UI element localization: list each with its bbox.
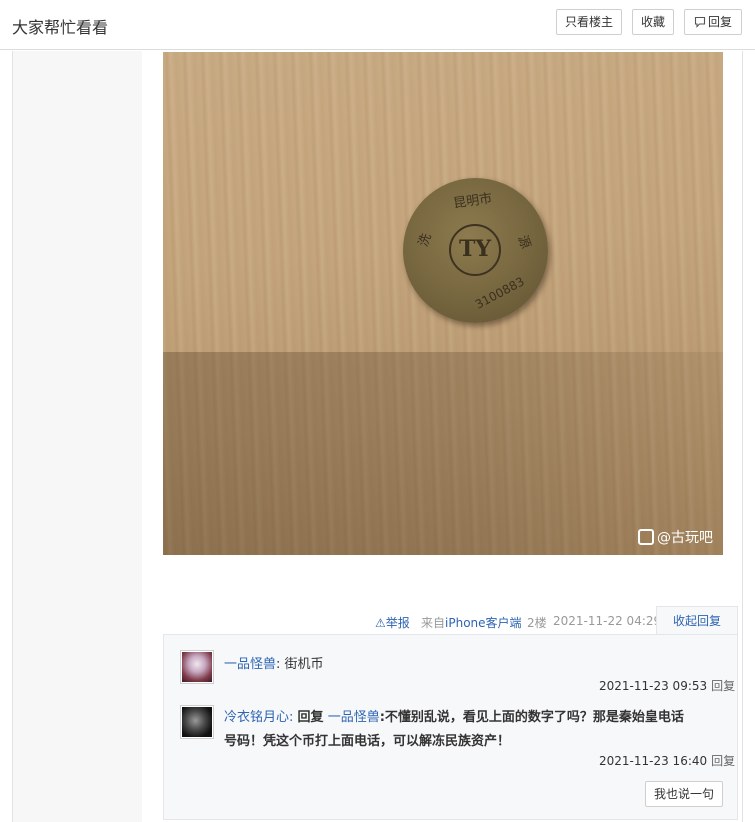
only-op-button[interactable]: 只看楼主 — [556, 9, 622, 35]
comment-icon — [694, 16, 706, 28]
coin-center-text: TY — [458, 236, 492, 262]
reply-meta: 2021-11-23 16:40 回复 — [599, 752, 735, 769]
list-item: 冷衣铭月心: 回复 一品怪兽:不懂别乱说，看见上面的数字了吗？那是秦始皇电话 号… — [224, 710, 684, 749]
reply-button[interactable]: 回复 — [684, 9, 742, 35]
reply-link[interactable]: 回复 — [711, 754, 735, 768]
coin-number: 3100883 — [472, 274, 527, 312]
app-logo-icon — [638, 529, 654, 545]
reply-target-username[interactable]: 一品怪兽 — [328, 710, 380, 725]
warning-icon: ⚠ — [375, 616, 386, 630]
thread-title: 大家帮忙看看 — [12, 18, 109, 37]
reply-content: 街机币 — [284, 657, 324, 672]
reply-username[interactable]: 一品怪兽 — [224, 657, 276, 672]
post-time: 2021-11-22 04:29 — [553, 614, 662, 628]
list-item: 一品怪兽: 街机币 — [224, 657, 324, 672]
image-watermark: @古玩吧 — [638, 527, 713, 547]
avatar[interactable] — [180, 705, 214, 739]
reply-content-cont: 号码！凭这个币打上面电话，可以解冻民族资产！ — [224, 734, 511, 749]
reply-meta: 2021-11-23 09:53 回复 — [599, 677, 735, 694]
avatar[interactable] — [180, 650, 214, 684]
report-label: 举报 — [385, 616, 410, 630]
reply-link[interactable]: 回复 — [711, 679, 735, 693]
reply-panel: 一品怪兽: 街机币 2021-11-23 09:53 回复 冷衣铭月心: 回复 一… — [163, 634, 738, 820]
client-prefix: 来自 — [421, 616, 446, 630]
top-bar: 大家帮忙看看 只看楼主 收藏 回复 — [0, 0, 755, 50]
floor-number: 2楼 — [527, 616, 547, 630]
reply-username[interactable]: 冷衣铭月心 — [224, 710, 289, 725]
reply-time: 2021-11-23 16:40 — [599, 754, 708, 768]
add-comment-button[interactable]: 我也说一句 — [645, 781, 723, 807]
reply-time: 2021-11-23 09:53 — [599, 679, 708, 693]
reply-content: :不懂别乱说，看见上面的数字了吗？那是秦始皇电话 — [379, 710, 684, 725]
report-link[interactable]: ⚠举报 — [375, 614, 410, 630]
token-coin: TY 昆明市 洗 源 3100883 — [403, 178, 548, 323]
client-link[interactable]: iPhone客户端 — [445, 616, 522, 630]
watermark-text: @古玩吧 — [657, 530, 713, 546]
collapse-replies-button[interactable]: 收起回复 — [656, 606, 738, 635]
shadow — [163, 352, 723, 555]
reply-button-label: 回复 — [707, 15, 732, 29]
favorite-button[interactable]: 收藏 — [632, 9, 674, 35]
client-info: 来自iPhone客户端 — [421, 614, 522, 630]
author-column — [13, 51, 142, 822]
post-image[interactable]: TY 昆明市 洗 源 3100883 @古玩吧 — [163, 52, 723, 555]
reply-word: 回复 — [297, 710, 324, 725]
